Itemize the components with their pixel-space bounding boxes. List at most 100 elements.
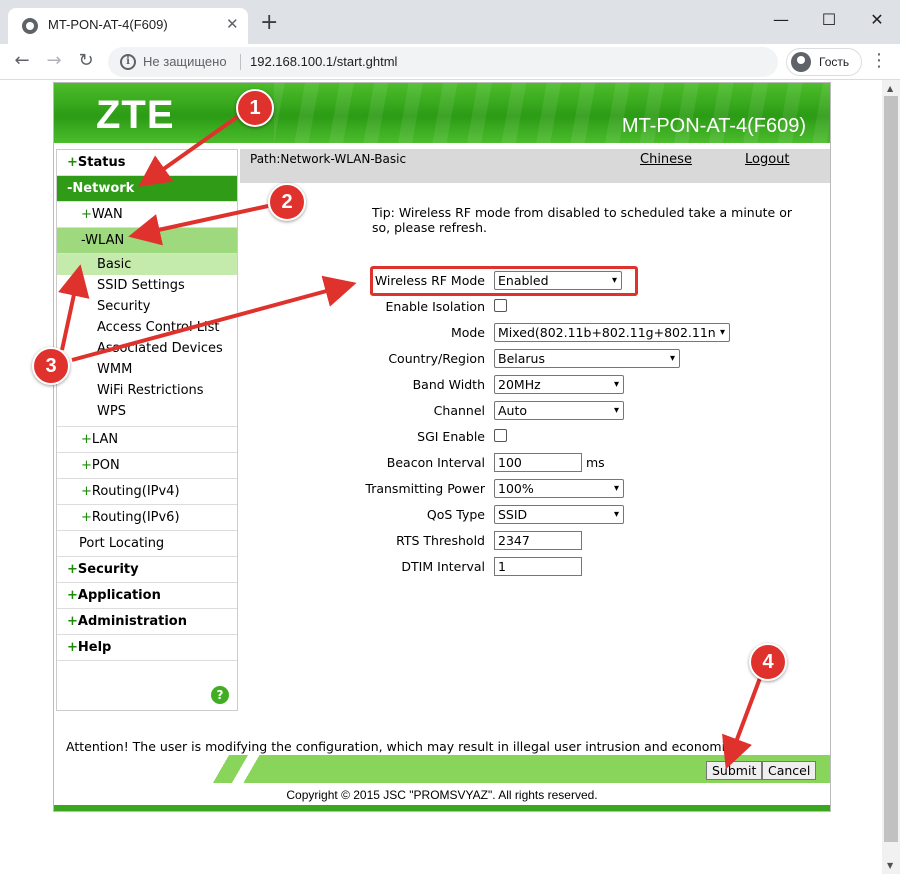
minimize-icon[interactable]: — [766,8,796,32]
scroll-up-icon[interactable]: ▲ [887,84,893,93]
sidebar-item-label: Help [77,640,112,655]
avatar-icon [791,52,811,72]
chevron-down-icon: ▾ [613,379,619,390]
sidebar-item-routing-ipv4[interactable]: +Routing(IPv4) [57,479,237,505]
annotation-badge-1: 1 [236,89,274,127]
row-beacon: Beacon Interval 100 ms [240,452,830,474]
sidebar-item-label: WAN [91,207,123,222]
scrollbar[interactable]: ▲ ▼ [882,80,900,874]
maximize-icon[interactable]: ☐ [814,8,844,32]
sidebar-item-wmm[interactable]: WMM [57,359,237,380]
sidebar-item-label: PON [91,458,120,473]
sidebar-item-wps[interactable]: WPS [57,401,237,427]
sidebar-item-application[interactable]: +Application [57,583,237,609]
chevron-down-icon: ▾ [613,509,619,520]
channel-value: Auto [498,403,528,418]
channel-label: Channel [433,403,485,418]
isolation-checkbox[interactable] [494,299,507,312]
scroll-down-icon[interactable]: ▼ [887,861,893,870]
breadcrumb-bar: Path:Network-WLAN-Basic Chinese Logout [240,149,830,183]
row-mode: Mode Mixed(802.11b+802.11g+802.11n ▾ [240,322,830,344]
close-window-icon[interactable]: ✕ [862,8,892,32]
tab-close-icon[interactable]: ✕ [226,16,239,32]
sidebar-item-help[interactable]: +Help [57,635,237,661]
row-dtim: DTIM Interval 1 [240,556,830,578]
dtim-input[interactable]: 1 [494,557,582,576]
sidebar-item-wan[interactable]: +WAN [57,202,237,228]
annotation-badge-2: 2 [268,183,306,221]
qos-select[interactable]: SSID ▾ [494,505,624,524]
sidebar-item-security-wlan[interactable]: Security [57,296,237,317]
sidebar-item-associated-devices[interactable]: Associated Devices [57,338,237,359]
divider [240,54,241,70]
sidebar-item-label: WLAN [85,233,125,248]
annotation-badge-4: 4 [749,643,787,681]
sidebar-item-lan[interactable]: +LAN [57,427,237,453]
row-rf-mode: Wireless RF Mode Enabled ▾ [240,270,830,292]
back-icon[interactable]: ← [10,49,34,73]
rts-input[interactable]: 2347 [494,531,582,550]
expand-sign: + [81,484,92,499]
sidebar-item-network[interactable]: -Network [57,176,237,202]
beacon-input[interactable]: 100 [494,453,582,472]
country-label: Country/Region [388,351,485,366]
expand-sign: + [81,458,92,473]
help-icon[interactable]: ? [211,686,229,704]
globe-icon [22,18,38,34]
logout-link[interactable]: Logout [745,152,790,167]
menu-icon[interactable]: ⋮ [870,49,888,73]
reload-icon[interactable]: ↻ [74,49,98,73]
chinese-link[interactable]: Chinese [640,152,692,167]
qos-label: QoS Type [426,507,485,522]
country-select[interactable]: Belarus ▾ [494,349,680,368]
rf-mode-select[interactable]: Enabled ▾ [494,271,622,290]
sidebar-item-access-control-list[interactable]: Access Control List [57,317,237,338]
profile-label: Гость [819,55,850,69]
sidebar-item-status[interactable]: +Status [57,150,237,176]
info-icon[interactable]: i [120,54,136,70]
sidebar-item-label: Status [77,155,126,170]
row-rts: RTS Threshold 2347 [240,530,830,552]
sidebar-item-label: Application [77,588,161,603]
expand-sign: + [67,155,78,170]
scroll-thumb[interactable] [884,96,898,842]
rts-label: RTS Threshold [396,533,485,548]
chevron-down-icon: ▾ [669,353,675,364]
bar-decoration [210,755,270,783]
tx-power-label: Transmitting Power [365,481,485,496]
mode-select[interactable]: Mixed(802.11b+802.11g+802.11n ▾ [494,323,730,342]
attention-text: Attention! The user is modifying the con… [66,739,726,754]
sidebar-item-port-locating[interactable]: Port Locating [57,531,237,557]
channel-select[interactable]: Auto ▾ [494,401,624,420]
sidebar-item-administration[interactable]: +Administration [57,609,237,635]
url-text[interactable]: 192.168.100.1/start.ghtml [250,54,397,69]
sidebar-item-wlan[interactable]: -WLAN [57,228,237,254]
qos-value: SSID [498,507,528,522]
sidebar-item-security[interactable]: +Security [57,557,237,583]
sidebar-item-wifi-restrictions[interactable]: WiFi Restrictions [57,380,237,401]
sidebar-item-label: Security [77,562,139,577]
expand-sign: + [67,562,78,577]
sgi-checkbox[interactable] [494,429,507,442]
forward-icon[interactable]: → [42,49,66,73]
expand-sign: + [67,588,78,603]
row-channel: Channel Auto ▾ [240,400,830,422]
router-page: ZTE MT-PON-AT-4(F609) +Status -Network +… [53,82,831,812]
sidebar-item-routing-ipv6[interactable]: +Routing(IPv6) [57,505,237,531]
chevron-down-icon: ▾ [719,327,725,338]
submit-button[interactable]: Submit [706,761,763,780]
profile-button[interactable]: Гость [786,48,862,76]
browser-toolbar: ← → ↻ i Не защищено 192.168.100.1/start.… [0,44,900,80]
row-bandwidth: Band Width 20MHz ▾ [240,374,830,396]
footer-line [54,805,830,811]
bandwidth-select[interactable]: 20MHz ▾ [494,375,624,394]
new-tab-icon[interactable]: + [260,12,278,34]
sidebar-item-ssid-settings[interactable]: SSID Settings [57,275,237,296]
sidebar-item-pon[interactable]: +PON [57,453,237,479]
address-bar[interactable]: i Не защищено 192.168.100.1/start.ghtml [108,47,778,77]
security-label: Не защищено [143,54,227,69]
sidebar-item-basic[interactable]: Basic [57,254,237,275]
tx-power-select[interactable]: 100% ▾ [494,479,624,498]
cancel-button[interactable]: Cancel [762,761,817,780]
browser-tab[interactable]: MT-PON-AT-4(F609) ✕ [8,8,248,44]
